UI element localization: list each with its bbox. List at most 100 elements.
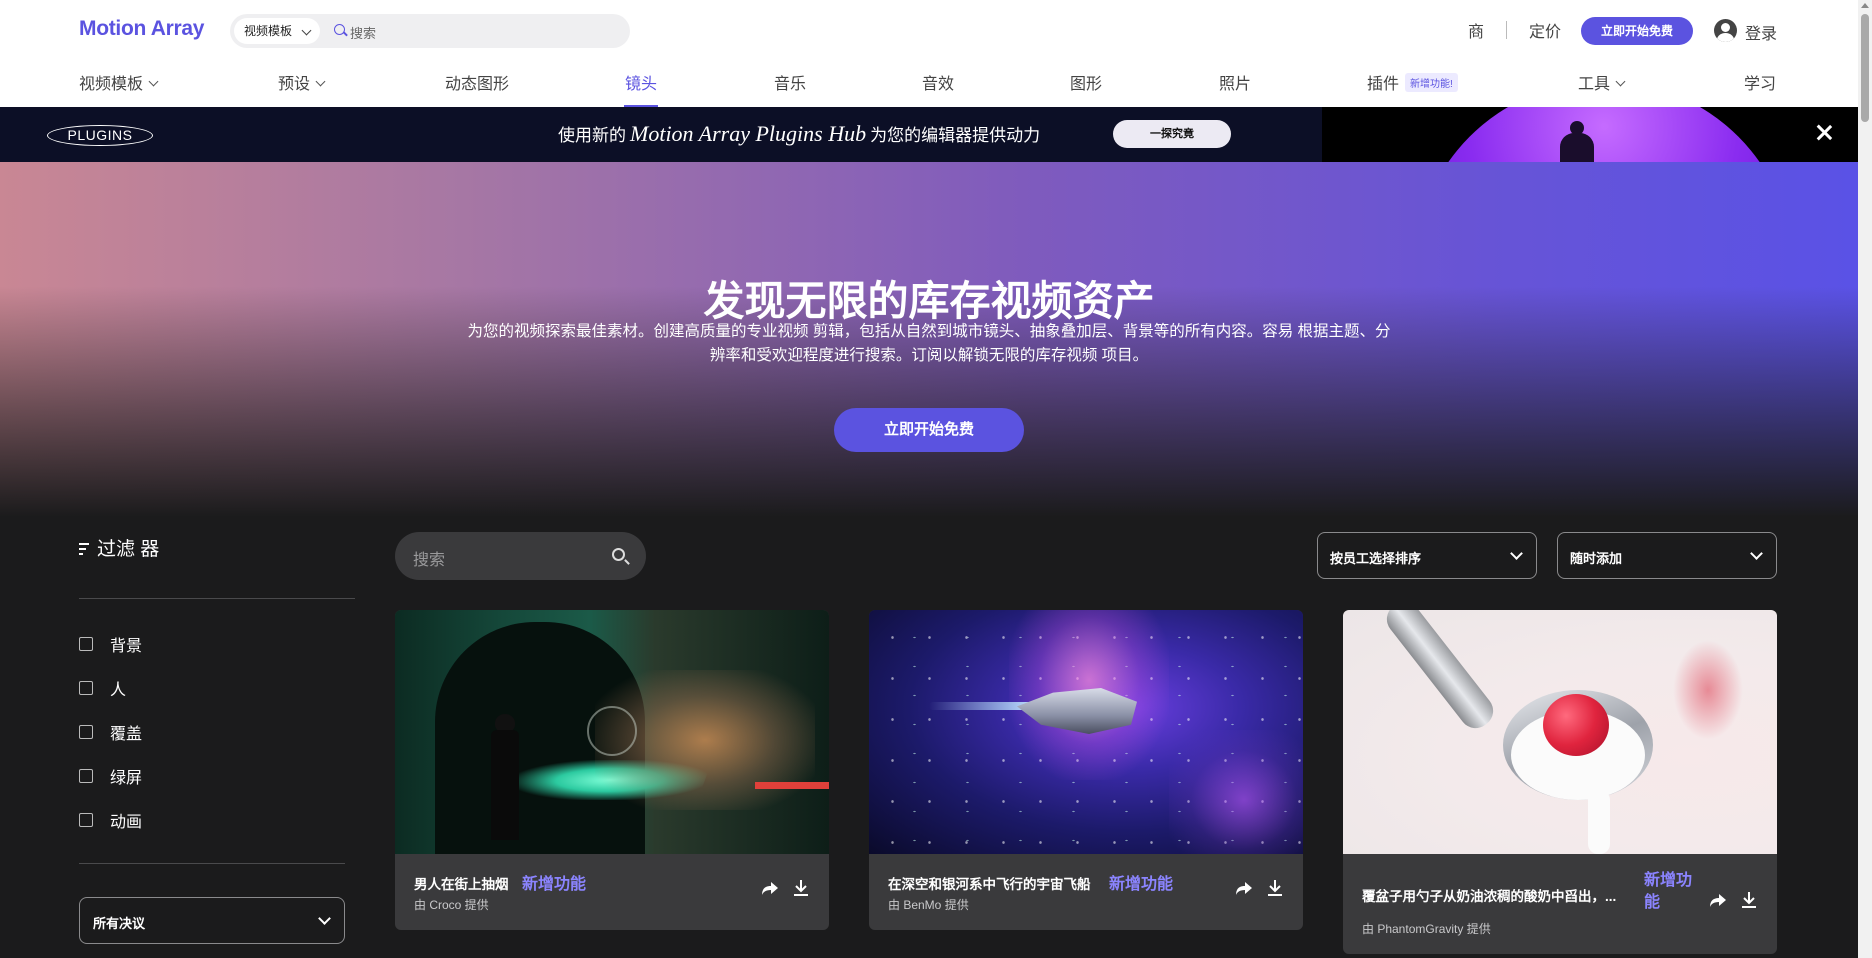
login-link[interactable]: 登录 <box>1745 20 1777 44</box>
chevron-down-icon <box>318 912 331 925</box>
checkbox[interactable] <box>79 637 93 651</box>
filter-icon <box>79 543 89 555</box>
user-avatar-icon[interactable] <box>1714 19 1737 42</box>
nav-item-label: 学习 <box>1744 76 1777 93</box>
checkbox[interactable] <box>79 681 93 695</box>
footage-search-input[interactable]: 搜索 <box>395 532 646 580</box>
download-icon[interactable] <box>791 878 811 898</box>
filter-checkbox-animation[interactable]: 动画 <box>79 810 143 831</box>
footage-card[interactable]: 男人在街上抽烟 新增功能 由 Croco 提供 <box>395 610 829 930</box>
search-category-select[interactable]: 视频模板 <box>234 18 320 44</box>
filter-label: 绿屏 <box>110 770 143 787</box>
global-search-input[interactable]: 搜索 <box>350 23 376 42</box>
nav-item-label: 视频模板 <box>79 76 144 93</box>
card-author[interactable]: 由 PhantomGravity 提供 <box>1362 920 1491 937</box>
resolution-select[interactable]: 所有决议 <box>79 897 345 944</box>
card-title[interactable]: 覆盆子用勺子从奶油浓稠的酸奶中舀出，... <box>1362 885 1616 905</box>
share-icon[interactable] <box>1234 878 1254 898</box>
card-title[interactable]: 男人在街上抽烟 <box>414 873 509 893</box>
plugins-logo: PLUGINS <box>47 125 153 146</box>
motion-array-logo[interactable]: Motion Array <box>79 17 204 41</box>
resolution-select-value: 所有决议 <box>93 916 146 931</box>
filter-divider <box>79 863 345 864</box>
sort-select[interactable]: 按员工选择排序 <box>1317 532 1537 579</box>
checkbox[interactable] <box>79 769 93 783</box>
banner-purple-orb <box>1414 107 1794 162</box>
nav-item-motion-graphics[interactable]: 动态图形 <box>445 70 509 94</box>
chevron-down-icon <box>148 76 159 87</box>
nav-item-video-templates[interactable]: 视频模板 <box>79 70 159 94</box>
pricing-link[interactable]: 定价 <box>1529 18 1561 42</box>
checkbox[interactable] <box>79 725 93 739</box>
share-icon[interactable] <box>760 878 780 898</box>
banner-person-body <box>1560 133 1594 162</box>
filter-checkbox-green-screen[interactable]: 绿屏 <box>79 766 143 787</box>
nav-item-presets[interactable]: 预设 <box>278 70 326 94</box>
card-author[interactable]: 由 Croco 提供 <box>414 896 489 913</box>
plugins-promo-banner: PLUGINS 使用新的 Motion Array Plugins Hub 为您的编… <box>0 107 1858 162</box>
footage-thumbnail[interactable] <box>1343 610 1777 854</box>
header-divider <box>1506 21 1508 39</box>
nav-item-photos[interactable]: 照片 <box>1219 70 1251 94</box>
banner-message: 使用新的 Motion Array Plugins Hub 为您的编辑器提供动力 <box>558 121 1040 147</box>
new-feature-badge: 新增功能! <box>1405 73 1458 92</box>
global-search-bar[interactable]: 视频模板 搜索 <box>230 14 630 48</box>
nav-item-label: 音乐 <box>774 76 807 93</box>
footage-card[interactable]: 覆盆子用勺子从奶油浓稠的酸奶中舀出，... 新增功能 由 PhantomGrav… <box>1343 610 1777 954</box>
banner-artwork <box>1322 107 1858 162</box>
top-header: Motion Array 视频模板 搜索 商 定价 立即开始免费 登录 <box>0 0 1858 60</box>
nav-item-sound-effects[interactable]: 音效 <box>922 70 954 94</box>
chevron-down-icon <box>315 76 326 87</box>
hero-subtitle: 为您的视频探索最佳素材。创建高质量的专业视频 剪辑，包括从自然到城市镜头、抽象叠… <box>467 323 1391 364</box>
filter-divider <box>79 598 355 599</box>
filter-checkbox-overlay[interactable]: 覆盖 <box>79 722 142 743</box>
filter-label: 动画 <box>110 814 143 831</box>
start-free-button[interactable]: 立即开始免费 <box>1581 17 1693 45</box>
nav-item-label: 工具 <box>1578 76 1611 93</box>
share-icon[interactable] <box>1708 890 1728 910</box>
nav-item-label: 插件 <box>1367 76 1400 93</box>
sort-select-value: 按员工选择排序 <box>1330 551 1422 566</box>
card-author[interactable]: 由 BenMo 提供 <box>888 896 969 913</box>
filters-title: 过滤 器 <box>97 539 160 560</box>
banner-explore-button[interactable]: 一探究竟 <box>1113 120 1231 148</box>
scroll-up-arrow-icon[interactable] <box>1861 3 1869 8</box>
search-icon[interactable] <box>612 548 625 561</box>
filters-heading: 过滤 器 <box>79 534 159 561</box>
filter-label: 背景 <box>110 638 143 655</box>
nav-item-label: 动态图形 <box>445 76 510 93</box>
footage-search-placeholder: 搜索 <box>413 552 446 569</box>
search-category-label: 视频模板 <box>244 24 293 38</box>
filter-label: 人 <box>110 682 127 699</box>
nav-item-tools[interactable]: 工具 <box>1578 70 1626 94</box>
chevron-down-icon <box>301 25 312 36</box>
download-icon[interactable] <box>1265 878 1285 898</box>
download-icon[interactable] <box>1739 890 1759 910</box>
nav-item-label: 预设 <box>278 76 311 93</box>
filter-checkbox-background[interactable]: 背景 <box>79 634 143 655</box>
nav-item-learn[interactable]: 学习 <box>1744 70 1776 94</box>
banner-text-suffix: 为您的编辑器提供动力 <box>870 126 1041 145</box>
footage-thumbnail[interactable] <box>395 610 829 854</box>
chevron-down-icon <box>1750 547 1763 560</box>
checkbox[interactable] <box>79 813 93 827</box>
card-title[interactable]: 在深空和银河系中飞行的宇宙飞船 <box>888 873 1091 893</box>
nav-item-label: 照片 <box>1219 76 1252 93</box>
date-added-select[interactable]: 随时添加 <box>1557 532 1777 579</box>
close-icon[interactable] <box>1812 121 1836 145</box>
filter-checkbox-people[interactable]: 人 <box>79 678 127 699</box>
footage-thumbnail[interactable] <box>869 610 1303 854</box>
scrollbar-thumb[interactable] <box>1861 14 1869 122</box>
new-feature-badge: 新增功能 <box>1109 876 1174 893</box>
nav-item-footage[interactable]: 镜头 <box>625 70 657 94</box>
nav-item-graphics[interactable]: 图形 <box>1070 70 1102 94</box>
footage-card[interactable]: 在深空和银河系中飞行的宇宙飞船 新增功能 由 BenMo 提供 <box>869 610 1303 930</box>
new-feature-badge: 新增功能 <box>522 876 587 893</box>
chevron-down-icon <box>1510 547 1523 560</box>
nav-item-plugins[interactable]: 插件 新增功能! <box>1367 70 1458 94</box>
nav-item-music[interactable]: 音乐 <box>774 70 806 94</box>
business-link[interactable]: 商 <box>1468 18 1484 42</box>
hero-title: 发现无限的库存视频资产 <box>703 278 1155 324</box>
hero-start-free-button[interactable]: 立即开始免费 <box>834 408 1024 452</box>
page-scrollbar[interactable] <box>1858 0 1872 958</box>
